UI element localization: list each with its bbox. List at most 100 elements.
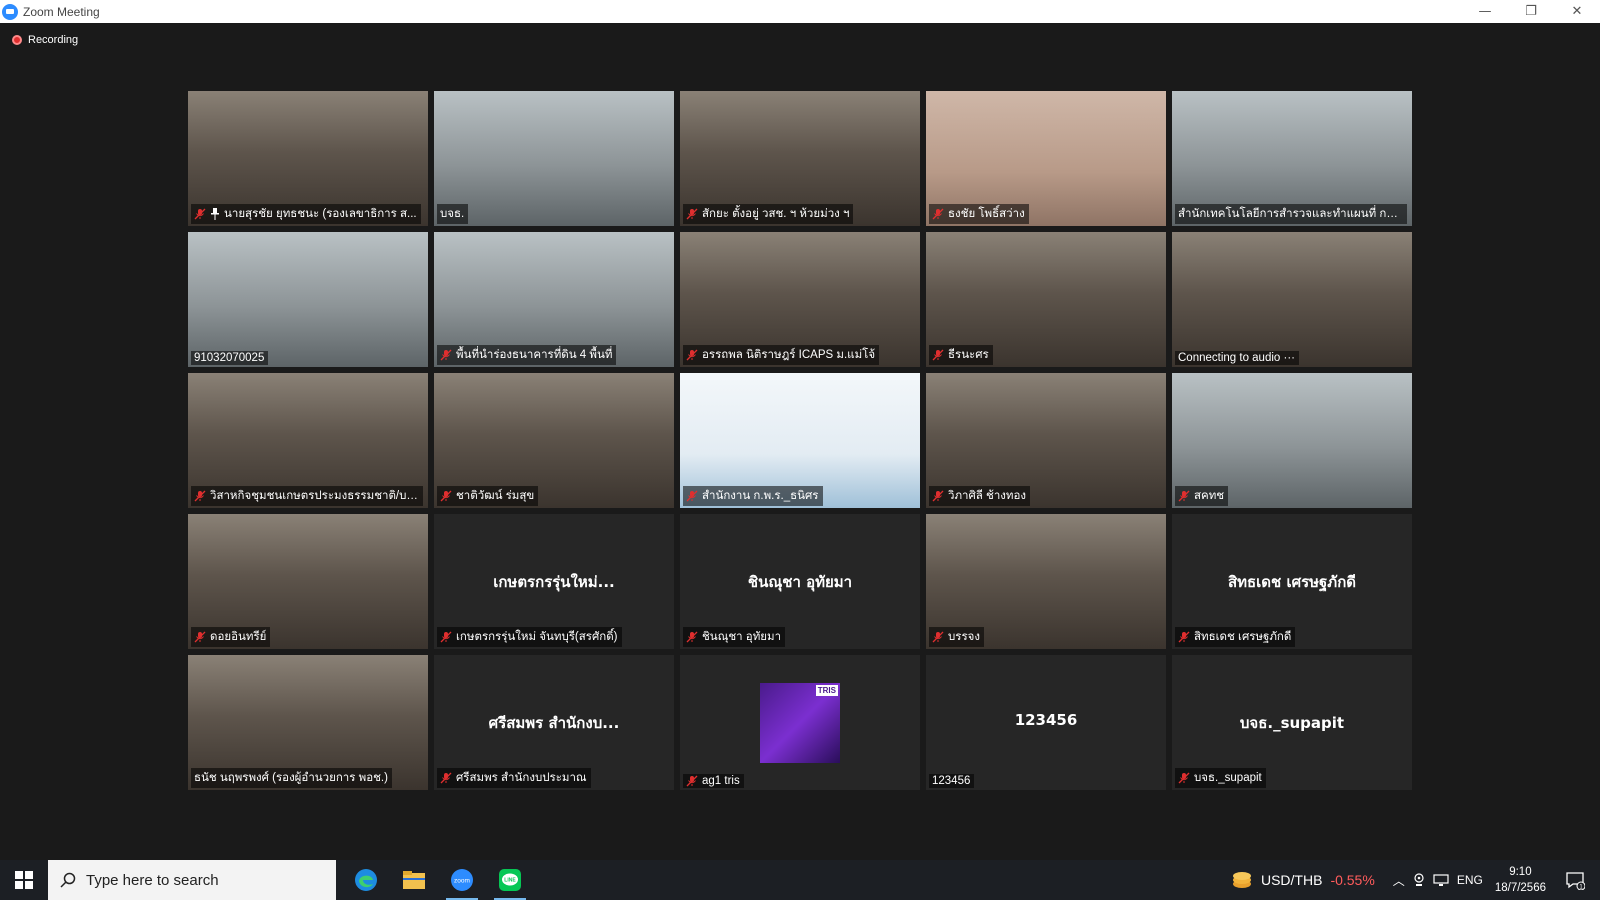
muted-mic-icon — [440, 772, 452, 784]
participant-nameplate: ธีรนะศร — [929, 345, 993, 365]
participant-name: บรรจง — [948, 631, 981, 643]
muted-mic-icon — [686, 775, 698, 787]
participant-name: ดอยอินทรีย์ — [210, 631, 267, 643]
line-icon: LINE — [499, 869, 521, 891]
participant-display-name: เกษตรกรรุ่นใหม่... — [493, 573, 615, 591]
svg-text:zoom: zoom — [454, 878, 470, 885]
participant-nameplate: ดอยอินทรีย์ — [191, 627, 271, 647]
muted-mic-icon — [1178, 490, 1190, 502]
participant-name: ag1 tris — [702, 775, 740, 787]
participant-tile[interactable]: สำนักงาน ก.พ.ร._ธนิศร — [680, 373, 920, 508]
participant-nameplate: ศรีสมพร สำนักงบประมาณ — [437, 768, 591, 788]
recording-indicator[interactable]: Recording — [12, 34, 78, 46]
search-placeholder: Type here to search — [86, 871, 219, 889]
recording-label: Recording — [28, 34, 79, 46]
participant-tile[interactable]: ศรีสมพร สำนักงบ... ศรีสมพร สำนักงบประมาณ — [434, 655, 674, 790]
file-explorer-icon — [403, 871, 425, 889]
participant-tile[interactable]: บรรจง — [926, 514, 1166, 649]
participant-display-name: ชินณุชา อุทัยมา — [747, 573, 853, 591]
participant-tile[interactable]: อรรถพล นิติราษฎร์ ICAPS ม.แม่โจ้ — [680, 232, 920, 367]
participant-nameplate: อรรถพล นิติราษฎร์ ICAPS ม.แม่โจ้ — [683, 345, 880, 365]
muted-mic-icon — [194, 631, 206, 643]
minimize-button[interactable]: — — [1462, 0, 1508, 23]
participant-name: นายสุรชัย ยุทธชนะ (รองเลขาธิการ ส... — [224, 208, 417, 220]
start-button[interactable] — [0, 860, 48, 900]
participant-display-name: ศรีสมพร สำนักงบ... — [488, 714, 620, 732]
language-indicator[interactable]: ENG — [1457, 873, 1483, 887]
zoom-taskbar-button[interactable]: zoom — [438, 860, 486, 900]
muted-mic-icon — [932, 208, 944, 220]
participant-tile[interactable]: ชินณุชา อุทัยมา ชินณุชา อุทัยมา — [680, 514, 920, 649]
zoom-app-icon — [2, 3, 18, 20]
participant-tile[interactable]: สำนักเทคโนโลยีการสำรวจและทำแผนที่ กรมพั.… — [1172, 91, 1412, 226]
participant-nameplate: วิสาหกิจชุมชนเกษตรประมงธรรมชาติ/บาง... — [191, 486, 423, 506]
file-explorer-taskbar-button[interactable] — [390, 860, 438, 900]
participant-tile[interactable]: บจธ._supapit บจธ._supapit — [1172, 655, 1412, 790]
participant-name: สำนักงาน ก.พ.ร._ธนิศร — [702, 490, 819, 502]
participant-tile[interactable]: ธงชัย โพธิ์สว่าง — [926, 91, 1166, 226]
fx-pair: USD/THB — [1260, 872, 1323, 888]
fx-change: -0.55% — [1330, 872, 1375, 888]
participant-tile[interactable]: ธีรนะศร — [926, 232, 1166, 367]
muted-mic-icon — [194, 490, 206, 502]
participant-tile[interactable]: TRIS ag1 tris — [680, 655, 920, 790]
participant-tile[interactable]: Connecting to audio ··· — [1172, 232, 1412, 367]
windows-taskbar: Type here to search zoom LINE USD/THB -0… — [0, 860, 1600, 900]
participant-name: ธงชัย โพธิ์สว่าง — [948, 208, 1025, 220]
participant-name: ชินณุชา อุทัยมา — [702, 631, 782, 643]
participant-nameplate: สิทธเดช เศรษฐภักดี — [1175, 627, 1296, 647]
system-tray: USD/THB -0.55% ︿ ENG 9:10 18/7/2566 1 — [1231, 860, 1600, 900]
participant-tile[interactable]: สคทช — [1172, 373, 1412, 508]
participant-nameplate: วิภาศิลี ช้างทอง — [929, 486, 1031, 506]
participant-name: สิทธเดช เศรษฐภักดี — [1194, 631, 1292, 643]
window-titlebar: Zoom Meeting — ❐ ✕ — [0, 0, 1600, 23]
close-button[interactable]: ✕ — [1554, 0, 1600, 23]
profile-logo-image: TRIS — [760, 683, 840, 763]
participant-nameplate: 91032070025 — [191, 351, 269, 365]
participant-tile[interactable]: ธนัช นฤพรพงศ์ (รองผู้อำนวยการ พอช.) — [188, 655, 428, 790]
participant-name: ชาติวัฒน์ ร่มสุข — [456, 490, 535, 502]
participant-tile[interactable]: 123456 123456 — [926, 655, 1166, 790]
participant-tile[interactable]: ดอยอินทรีย์ — [188, 514, 428, 649]
muted-mic-icon — [440, 349, 452, 361]
clock[interactable]: 9:10 18/7/2566 — [1495, 864, 1546, 896]
window-title: Zoom Meeting — [23, 4, 100, 19]
participant-display-name: บจธ._supapit — [1239, 714, 1345, 732]
fx-widget[interactable]: USD/THB -0.55% — [1231, 870, 1375, 890]
participant-tile[interactable]: นายสุรชัย ยุทธชนะ (รองเลขาธิการ ส... — [188, 91, 428, 226]
participant-tile[interactable]: ชาติวัฒน์ ร่มสุข — [434, 373, 674, 508]
edge-taskbar-button[interactable] — [342, 860, 390, 900]
participant-tile[interactable]: เกษตรกรรุ่นใหม่... เกษตรกรรุ่นใหม่ จันทบุ… — [434, 514, 674, 649]
notification-icon: 1 — [1566, 872, 1585, 890]
muted-mic-icon — [686, 349, 698, 361]
search-icon — [60, 872, 76, 888]
participant-name: ศรีสมพร สำนักงบประมาณ — [456, 772, 587, 784]
participant-nameplate: พื้นที่นำร่องธนาคารที่ดิน 4 พื้นที่ — [437, 345, 617, 365]
notification-center-button[interactable]: 1 — [1560, 870, 1590, 890]
participant-name: สักยะ ตั้งอยู่ วสช. ฯ ห้วยม่วง ฯ — [702, 208, 850, 220]
participant-nameplate: สำนักงาน ก.พ.ร._ธนิศร — [683, 486, 823, 506]
participant-tile[interactable]: สักยะ ตั้งอยู่ วสช. ฯ ห้วยม่วง ฯ — [680, 91, 920, 226]
participant-tile[interactable]: 91032070025 — [188, 232, 428, 367]
maximize-button[interactable]: ❐ — [1508, 0, 1554, 23]
participant-tile[interactable]: สิทธเดช เศรษฐภักดี สิทธเดช เศรษฐภักดี — [1172, 514, 1412, 649]
webcam-icon[interactable] — [1413, 873, 1425, 887]
participant-tile[interactable]: วิสาหกิจชุมชนเกษตรประมงธรรมชาติ/บาง... — [188, 373, 428, 508]
participant-video — [1172, 232, 1412, 367]
participant-display-name: 123456 — [1014, 711, 1078, 729]
participant-name: วิภาศิลี ช้างทอง — [948, 490, 1027, 502]
logo-badge-text: TRIS — [815, 685, 838, 696]
participant-tile[interactable]: วิภาศิลี ช้างทอง — [926, 373, 1166, 508]
participant-name: ธนัช นฤพรพงศ์ (รองผู้อำนวยการ พอช.) — [194, 772, 388, 784]
participant-tile[interactable]: พื้นที่นำร่องธนาคารที่ดิน 4 พื้นที่ — [434, 232, 674, 367]
taskbar-search-box[interactable]: Type here to search — [48, 860, 336, 900]
participant-name: วิสาหกิจชุมชนเกษตรประมงธรรมชาติ/บาง... — [210, 490, 419, 502]
participant-name: ธีรนะศร — [948, 349, 989, 361]
chevron-up-icon[interactable]: ︿ — [1393, 872, 1405, 889]
recording-icon — [12, 35, 22, 45]
muted-mic-icon — [932, 631, 944, 643]
line-taskbar-button[interactable]: LINE — [486, 860, 534, 900]
network-icon[interactable] — [1433, 873, 1449, 887]
muted-mic-icon — [1178, 772, 1190, 784]
participant-tile[interactable]: บจธ. — [434, 91, 674, 226]
